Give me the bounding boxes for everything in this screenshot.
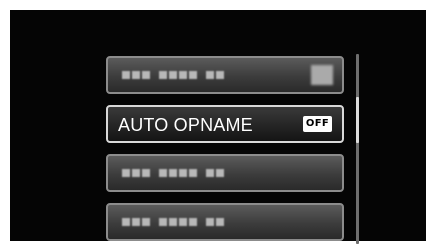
blurred-value-icon xyxy=(311,65,333,85)
menu-item-4[interactable] xyxy=(106,203,344,241)
off-status-badge: OFF xyxy=(302,116,332,132)
blurred-label xyxy=(122,218,224,226)
scrollbar-track[interactable] xyxy=(356,54,359,244)
blurred-label xyxy=(122,169,224,177)
menu-item-label: AUTO OPNAME xyxy=(118,115,253,135)
scrollbar-thumb[interactable] xyxy=(356,97,359,143)
menu-item-3[interactable] xyxy=(106,154,344,192)
menu-item-1[interactable] xyxy=(106,56,344,94)
camera-menu-screen: AUTO OPNAME OFF xyxy=(10,10,426,244)
blurred-label xyxy=(122,71,224,79)
menu-item-auto-opname[interactable]: AUTO OPNAME OFF xyxy=(106,105,344,143)
